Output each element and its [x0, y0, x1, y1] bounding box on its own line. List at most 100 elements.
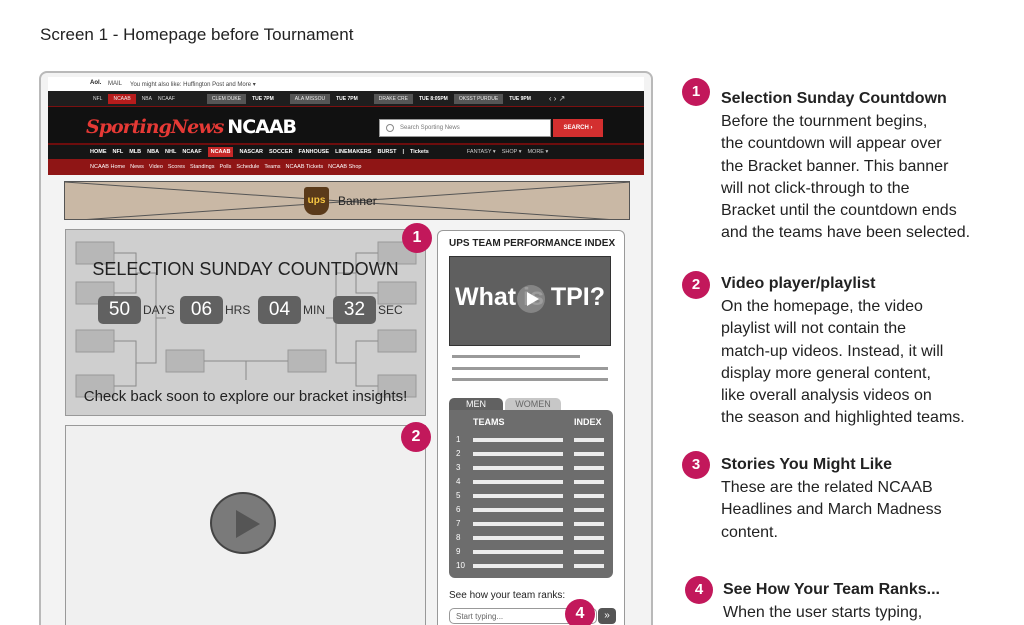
league-ncaab[interactable]: NCAAB	[108, 93, 136, 104]
countdown-value: 06	[180, 296, 223, 324]
game-teams[interactable]: DRAKE CRE	[373, 93, 413, 104]
annotation-title: Selection Sunday Countdown	[721, 90, 947, 107]
subnav-item[interactable]: News	[130, 164, 144, 170]
index-bar	[574, 536, 604, 540]
subnav-item[interactable]: Scores	[168, 164, 185, 170]
play-icon[interactable]	[517, 285, 545, 313]
league-nba[interactable]: NBA	[142, 96, 152, 102]
also-like-link[interactable]: You might also like: Huffington Post and…	[130, 81, 256, 88]
nav-fantasy[interactable]: FANTASY ▾	[467, 149, 496, 155]
aol-logo[interactable]: Aol.	[90, 80, 101, 86]
team-bar	[473, 536, 563, 540]
tpi-video[interactable]: What is TPI?	[449, 256, 611, 346]
scoreboard-arrows[interactable]: ‹ › ↗	[549, 94, 565, 103]
subnav-item[interactable]: Video	[149, 164, 163, 170]
marker-badge: 2	[401, 422, 431, 452]
go-button[interactable]: »	[598, 608, 616, 624]
screen-title: Screen 1 - Homepage before Tournament	[40, 25, 354, 44]
team-bar	[473, 564, 563, 568]
selection-sunday-countdown: SELECTION SUNDAY COUNTDOWN 50 DAYS 06 HR…	[65, 229, 426, 416]
annotation-title: Video player/playlist	[721, 275, 876, 292]
scoreboard-bar: NFL NCAAB NBA NCAAF CLEM DUKE TUE 7PM AL…	[48, 91, 644, 107]
main-nav: HOME NFL MLB NBA NHL NCAAF NCAAB NASCAR …	[48, 145, 644, 159]
nav-item[interactable]: NCAAF	[182, 149, 201, 155]
nav-item-active[interactable]: NCAAB	[207, 147, 234, 157]
site-header: SportingNews NCAAB Search Sporting News S…	[48, 107, 644, 145]
rank-number: 1	[456, 435, 461, 444]
subnav-item[interactable]: Teams	[264, 164, 280, 170]
rank-number: 4	[456, 477, 461, 486]
tpi-title: UPS TEAM PERFORMANCE INDEX	[449, 238, 616, 249]
countdown-value: 32	[333, 296, 376, 324]
team-bar	[473, 522, 563, 526]
subnav-item[interactable]: NCAAB Tickets	[286, 164, 324, 170]
search-icon	[386, 124, 394, 132]
tpi-rank-table: TEAMS INDEX 1 2 3 4 5 6 7 8 9 10	[449, 410, 613, 578]
subnav-item[interactable]: Polls	[219, 164, 231, 170]
annotation-title: Stories You Might Like	[721, 456, 892, 473]
game-teams[interactable]: CLEM DUKE	[206, 93, 247, 104]
game-teams[interactable]: ALA MISSOU	[289, 93, 331, 104]
index-bar	[574, 550, 604, 554]
countdown-value: 50	[98, 296, 141, 324]
gender-tabs: MEN WOMEN	[449, 398, 561, 410]
annotation-badge: 1	[682, 78, 710, 106]
countdown-hours: 06 HRS	[180, 296, 250, 324]
bracket-banner: ups Banner	[64, 181, 630, 220]
rank-number: 7	[456, 519, 461, 528]
nav-item[interactable]: SOCCER	[269, 149, 293, 155]
countdown-title: SELECTION SUNDAY COUNTDOWN	[92, 259, 399, 279]
col-index: INDEX	[574, 417, 602, 427]
nav-item[interactable]: LINEMAKERS	[335, 149, 371, 155]
game-time: TUE 7PM	[252, 95, 274, 102]
game-teams[interactable]: OKSST PURDUE	[453, 93, 504, 104]
annotation-badge: 3	[682, 451, 710, 479]
index-bar	[574, 452, 604, 456]
index-bar	[574, 480, 604, 484]
video-player[interactable]	[65, 425, 426, 625]
rank-number: 9	[456, 547, 461, 556]
nav-item[interactable]: HOME	[90, 149, 107, 155]
marker-badge: 4	[565, 599, 595, 625]
team-bar	[473, 466, 563, 470]
banner-label: Banner	[338, 194, 377, 208]
index-bar	[574, 508, 604, 512]
nav-shop[interactable]: SHOP ▾	[502, 149, 522, 155]
team-bar	[473, 438, 563, 442]
nav-more[interactable]: MORE ▾	[527, 149, 548, 155]
league-nfl[interactable]: NFL	[93, 96, 102, 102]
subnav-item[interactable]: NCAAB Home	[90, 164, 125, 170]
subnav-item[interactable]: NCAAB Shop	[328, 164, 361, 170]
search-input[interactable]: Search Sporting News	[379, 119, 551, 137]
marker-badge: 1	[402, 223, 432, 253]
search-button[interactable]: SEARCH ›	[553, 119, 603, 137]
section-logo-text: NCAAB	[227, 116, 297, 138]
game-time: TUE 8:05PM	[418, 95, 448, 102]
aol-top-strip: Aol. MAIL You might also like: Huffingto…	[48, 77, 644, 91]
index-bar	[574, 522, 604, 526]
nav-item[interactable]: FANHOUSE	[299, 149, 330, 155]
nav-item[interactable]: Tickets	[410, 149, 429, 155]
index-bar	[574, 494, 604, 498]
annotation-badge: 2	[682, 271, 710, 299]
tab-women[interactable]: WOMEN	[505, 398, 561, 410]
nav-item[interactable]: BURST	[377, 149, 396, 155]
nav-item[interactable]: MLB	[129, 149, 141, 155]
rank-number: 3	[456, 463, 461, 472]
mail-link[interactable]: MAIL	[108, 81, 122, 87]
subnav-item[interactable]: Standings	[190, 164, 214, 170]
game-time: TUE 9PM	[509, 95, 531, 102]
ups-logo-icon: ups	[304, 187, 329, 215]
brand-logo-text: SportingNews	[86, 116, 224, 138]
play-icon[interactable]	[210, 492, 276, 554]
countdown-label: MIN	[303, 303, 325, 317]
nav-item[interactable]: NHL	[165, 149, 176, 155]
tab-men[interactable]: MEN	[449, 398, 503, 410]
team-bar	[473, 480, 563, 484]
nav-item[interactable]: NBA	[147, 149, 159, 155]
nav-item[interactable]: NASCAR	[239, 149, 263, 155]
subnav-item[interactable]: Schedule	[236, 164, 259, 170]
site-logo[interactable]: SportingNews NCAAB	[86, 116, 297, 138]
nav-item[interactable]: NFL	[113, 149, 124, 155]
league-ncaaf[interactable]: NCAAF	[158, 96, 175, 102]
